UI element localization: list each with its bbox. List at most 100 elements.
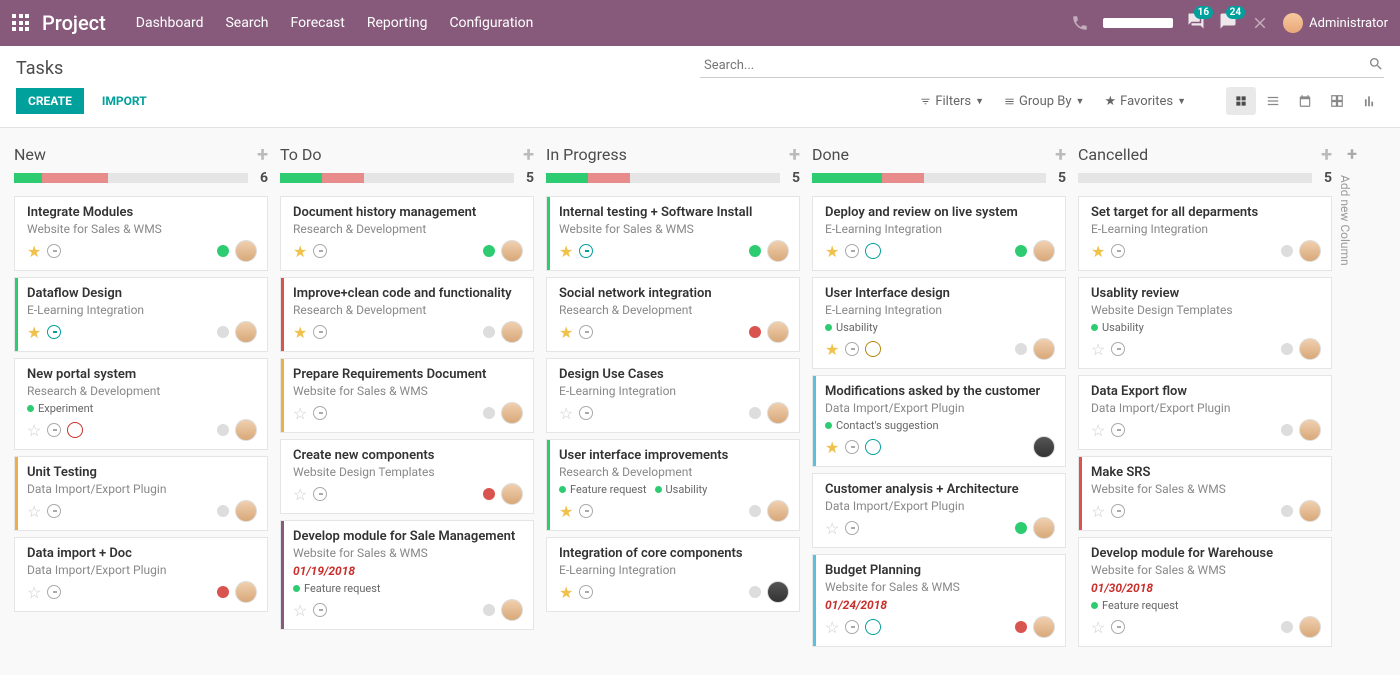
kanban-card[interactable]: Customer analysis + ArchitectureData Imp… <box>812 473 1066 548</box>
assignee-avatar[interactable] <box>767 581 789 603</box>
messages-icon[interactable]: 16 <box>1187 12 1205 34</box>
assignee-avatar[interactable] <box>767 500 789 522</box>
close-icon[interactable] <box>1251 14 1269 32</box>
add-card-button[interactable]: + <box>1055 142 1066 166</box>
assignee-avatar[interactable] <box>501 402 523 424</box>
clock-icon[interactable] <box>579 504 593 518</box>
status-dot[interactable] <box>217 245 229 257</box>
assignee-avatar[interactable] <box>235 240 257 262</box>
clock-icon[interactable] <box>845 244 859 258</box>
assignee-avatar[interactable] <box>1299 616 1321 638</box>
priority-star[interactable]: ☆ <box>1091 618 1105 637</box>
assignee-avatar[interactable] <box>1033 616 1055 638</box>
kanban-card[interactable]: Dataflow DesignE-Learning Integration★ <box>14 277 268 352</box>
phone-icon[interactable] <box>1071 14 1089 32</box>
clock-icon[interactable] <box>845 440 859 454</box>
list-view-button[interactable] <box>1258 87 1288 115</box>
assignee-avatar[interactable] <box>767 321 789 343</box>
status-dot[interactable] <box>483 407 495 419</box>
kanban-card[interactable]: New portal systemResearch & DevelopmentE… <box>14 358 268 450</box>
kanban-card[interactable]: Prepare Requirements DocumentWebsite for… <box>280 358 534 433</box>
clock-icon[interactable] <box>47 504 61 518</box>
column-progress-bar[interactable] <box>546 173 780 183</box>
clock-icon[interactable] <box>845 620 859 634</box>
clock-icon[interactable] <box>313 325 327 339</box>
smiley-icon[interactable] <box>865 341 881 357</box>
smiley-icon[interactable] <box>865 243 881 259</box>
kanban-card[interactable]: Internal testing + Software InstallWebsi… <box>546 196 800 271</box>
priority-star[interactable]: ★ <box>559 583 573 602</box>
assignee-avatar[interactable] <box>235 321 257 343</box>
status-dot[interactable] <box>749 505 761 517</box>
kanban-card[interactable]: Deploy and review on live systemE-Learni… <box>812 196 1066 271</box>
priority-star[interactable]: ☆ <box>559 404 573 423</box>
kanban-card[interactable]: Budget PlanningWebsite for Sales & WMS01… <box>812 554 1066 647</box>
column-progress-bar[interactable] <box>280 173 514 183</box>
priority-star[interactable]: ★ <box>559 242 573 261</box>
priority-star[interactable]: ☆ <box>1091 340 1105 359</box>
favorites-dropdown[interactable]: ★ Favorites ▼ <box>1104 94 1186 109</box>
clock-icon[interactable] <box>313 406 327 420</box>
status-dot[interactable] <box>1015 621 1027 633</box>
priority-star[interactable]: ☆ <box>27 421 41 440</box>
priority-star[interactable]: ☆ <box>1091 421 1105 440</box>
add-card-button[interactable]: + <box>1321 142 1332 166</box>
priority-star[interactable]: ★ <box>825 242 839 261</box>
status-dot[interactable] <box>483 245 495 257</box>
priority-star[interactable]: ★ <box>559 502 573 521</box>
priority-star[interactable]: ☆ <box>293 485 307 504</box>
kanban-card[interactable]: Design Use CasesE-Learning Integration☆ <box>546 358 800 433</box>
smiley-icon[interactable] <box>865 619 881 635</box>
nav-reporting[interactable]: Reporting <box>367 15 428 31</box>
assignee-avatar[interactable] <box>235 500 257 522</box>
status-dot[interactable] <box>749 586 761 598</box>
priority-star[interactable]: ★ <box>559 323 573 342</box>
status-dot[interactable] <box>483 326 495 338</box>
nav-configuration[interactable]: Configuration <box>449 15 533 31</box>
status-dot[interactable] <box>1281 621 1293 633</box>
priority-star[interactable]: ☆ <box>293 601 307 620</box>
status-dot[interactable] <box>1281 343 1293 355</box>
assignee-avatar[interactable] <box>767 240 789 262</box>
assignee-avatar[interactable] <box>501 240 523 262</box>
progress-indicator[interactable] <box>1103 18 1173 28</box>
groupby-dropdown[interactable]: Group By ▼ <box>1004 94 1084 109</box>
add-card-button[interactable]: + <box>523 142 534 166</box>
smiley-icon[interactable] <box>67 422 83 438</box>
status-dot[interactable] <box>483 604 495 616</box>
column-title[interactable]: Cancelled <box>1078 145 1321 164</box>
clock-icon[interactable] <box>47 423 61 437</box>
assignee-avatar[interactable] <box>501 483 523 505</box>
add-column[interactable]: +Add new Column <box>1338 142 1366 266</box>
clock-icon[interactable] <box>47 585 61 599</box>
kanban-card[interactable]: Data Export flowData Import/Export Plugi… <box>1078 375 1332 450</box>
kanban-card[interactable]: Create new componentsWebsite Design Temp… <box>280 439 534 514</box>
priority-star[interactable]: ★ <box>1091 242 1105 261</box>
kanban-card[interactable]: Usablity reviewWebsite Design TemplatesU… <box>1078 277 1332 369</box>
column-title[interactable]: Done <box>812 145 1055 164</box>
status-dot[interactable] <box>217 586 229 598</box>
column-title[interactable]: In Progress <box>546 145 789 164</box>
kanban-card[interactable]: User interface improvementsResearch & De… <box>546 439 800 531</box>
column-progress-bar[interactable] <box>812 173 1046 183</box>
nav-search[interactable]: Search <box>225 15 268 31</box>
column-title[interactable]: To Do <box>280 145 523 164</box>
kanban-card[interactable]: Integration of core componentsE-Learning… <box>546 537 800 612</box>
assignee-avatar[interactable] <box>1033 436 1055 458</box>
import-button[interactable]: IMPORT <box>102 94 147 108</box>
clock-icon[interactable] <box>579 325 593 339</box>
kanban-card[interactable]: Develop module for Sale ManagementWebsit… <box>280 520 534 630</box>
status-dot[interactable] <box>1281 245 1293 257</box>
assignee-avatar[interactable] <box>1299 338 1321 360</box>
kanban-card[interactable]: Modifications asked by the customerData … <box>812 375 1066 467</box>
clock-icon[interactable] <box>845 342 859 356</box>
smiley-icon[interactable] <box>865 439 881 455</box>
priority-star[interactable]: ★ <box>825 438 839 457</box>
clock-icon[interactable] <box>579 244 593 258</box>
status-dot[interactable] <box>749 407 761 419</box>
clock-icon[interactable] <box>47 325 61 339</box>
priority-star[interactable]: ☆ <box>825 519 839 538</box>
add-card-button[interactable]: + <box>789 142 800 166</box>
clock-icon[interactable] <box>313 487 327 501</box>
status-dot[interactable] <box>1281 505 1293 517</box>
